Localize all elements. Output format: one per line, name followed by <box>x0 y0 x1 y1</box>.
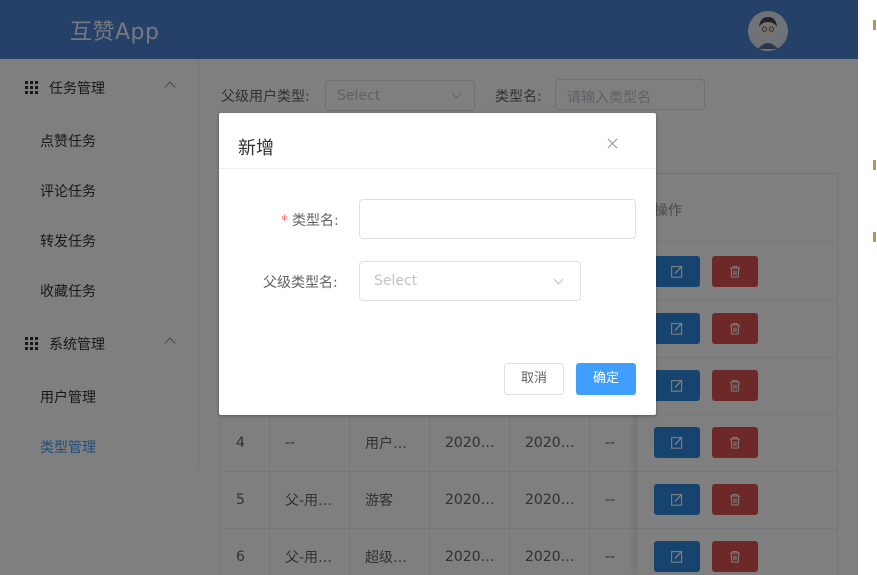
edge-mark <box>873 232 876 242</box>
type-name-label: * 类型名: <box>281 210 339 230</box>
type-name-input[interactable] <box>359 199 636 239</box>
dialog-divider <box>219 168 656 169</box>
confirm-button[interactable]: 确定 <box>576 363 636 395</box>
cancel-button[interactable]: 取消 <box>504 363 564 395</box>
required-mark: * <box>281 213 288 229</box>
chevron-down-icon <box>553 274 564 285</box>
edge-mark <box>873 160 876 170</box>
add-type-dialog: 新增 * 类型名: 父级类型名: Select 取消 确定 <box>219 113 656 415</box>
page-edge-strip <box>858 0 877 575</box>
close-icon[interactable] <box>607 137 619 149</box>
parent-type-select[interactable]: Select <box>359 261 581 301</box>
select-placeholder: Select <box>374 273 418 289</box>
type-name-label-text: 类型名: <box>292 213 339 229</box>
dialog-title: 新增 <box>238 138 274 159</box>
parent-type-label: 父级类型名: <box>263 275 338 291</box>
edge-mark <box>873 20 876 30</box>
